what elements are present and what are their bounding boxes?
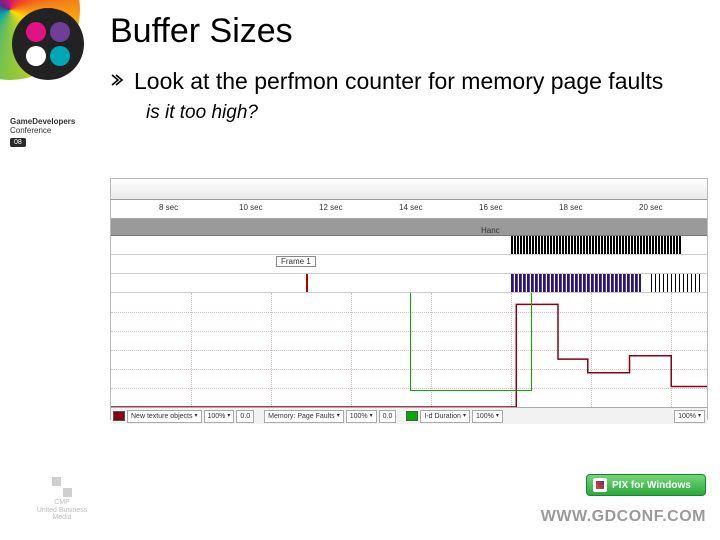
frame-marker: Frame 1 [276,256,316,267]
pct-selector[interactable]: 100%▾ [674,410,705,423]
petal-icon [26,46,46,66]
gdconf-url: WWW.GDCONF.COM [541,508,706,526]
sub-bullet-1: is it too high? [146,102,706,124]
perfmon-frame-lane: Frame 1 [111,255,707,274]
series-selector[interactable]: I-d Duration▾ [420,410,470,423]
chevron-down-icon: ▾ [227,411,230,422]
series-selector[interactable]: New texture objects▾ [127,410,202,423]
ruler-tick: 8 sec [159,203,178,212]
slide-title: Buffer Sizes [110,12,706,51]
chevron-down-icon: ▾ [496,411,499,422]
ruler-tick: 20 sec [639,203,663,212]
petal-icon [26,22,46,42]
brand-corner [0,0,100,180]
slide-body: Buffer Sizes Look at the perfmon counter… [110,12,706,124]
event-bars-icon [651,274,701,292]
conf-year-badge: 08 [10,138,26,148]
ruler-tick: 10 sec [239,203,263,212]
series-swatch-red[interactable] [113,411,125,421]
perfmon-event-lane-1: Hanc [111,236,707,255]
slide-footer: CMP United Business Media PIX for Window… [0,462,720,540]
pct-selector[interactable]: 100%▾ [472,410,503,423]
event-bars-icon [511,236,681,254]
chevron-down-icon: ▾ [194,411,197,422]
chevron-bullet-icon [110,73,124,87]
conf-line2: Conference [10,127,96,136]
ruler-tick: 16 sec [479,203,503,212]
perfmon-lane-header [111,219,707,236]
cmp-text-2: United Business Media [32,507,92,522]
cmp-text-1: CMP [32,499,92,507]
perfmon-controls-bar[interactable]: New texture objects▾ 100%▾ 0.0 Memory: P… [111,407,707,424]
conference-label: GameDevelopers Conference 08 [10,118,96,147]
pix-label: PIX for Windows [612,480,691,491]
cmp-logo: CMP United Business Media [32,477,92,522]
value-readout: 0.0 [379,410,397,423]
ruler-tick: 18 sec [559,203,583,212]
chevron-down-icon: ▾ [337,411,340,422]
chevron-down-icon: ▾ [370,411,373,422]
pct-selector[interactable]: 100%▾ [346,410,377,423]
pix-icon [593,478,607,492]
perfmon-toolbar [111,179,707,200]
gdc-clover-logo [12,8,84,80]
chevron-down-icon: ▾ [698,411,701,422]
petal-icon [50,22,70,42]
perfmon-chart-area [111,293,707,407]
petal-icon [50,46,70,66]
value-readout: 0.0 [236,410,254,423]
perfmon-screenshot: 8 sec 10 sec 12 sec 14 sec 16 sec 18 sec… [110,178,708,420]
bullet-1: Look at the perfmon counter for memory p… [110,67,706,96]
ruler-tick: 12 sec [319,203,343,212]
hanc-label: Hanc [481,226,500,235]
bullet-1-text: Look at the perfmon counter for memory p… [134,67,663,96]
series-selector[interactable]: Memory: Page Faults▾ [264,410,344,423]
cmp-squares-icon [52,477,72,497]
chevron-down-icon: ▾ [463,411,466,422]
playhead-line-icon [306,274,308,292]
event-bars-icon [511,274,641,292]
mem-page-faults-line [111,293,707,407]
series-swatch-green[interactable] [406,411,418,421]
pct-selector[interactable]: 100%▾ [204,410,235,423]
pix-for-windows-button[interactable]: PIX for Windows [586,474,706,496]
perfmon-event-lane-2 [111,274,707,293]
ruler-tick: 14 sec [399,203,423,212]
perfmon-time-ruler: 8 sec 10 sec 12 sec 14 sec 16 sec 18 sec… [111,200,707,219]
